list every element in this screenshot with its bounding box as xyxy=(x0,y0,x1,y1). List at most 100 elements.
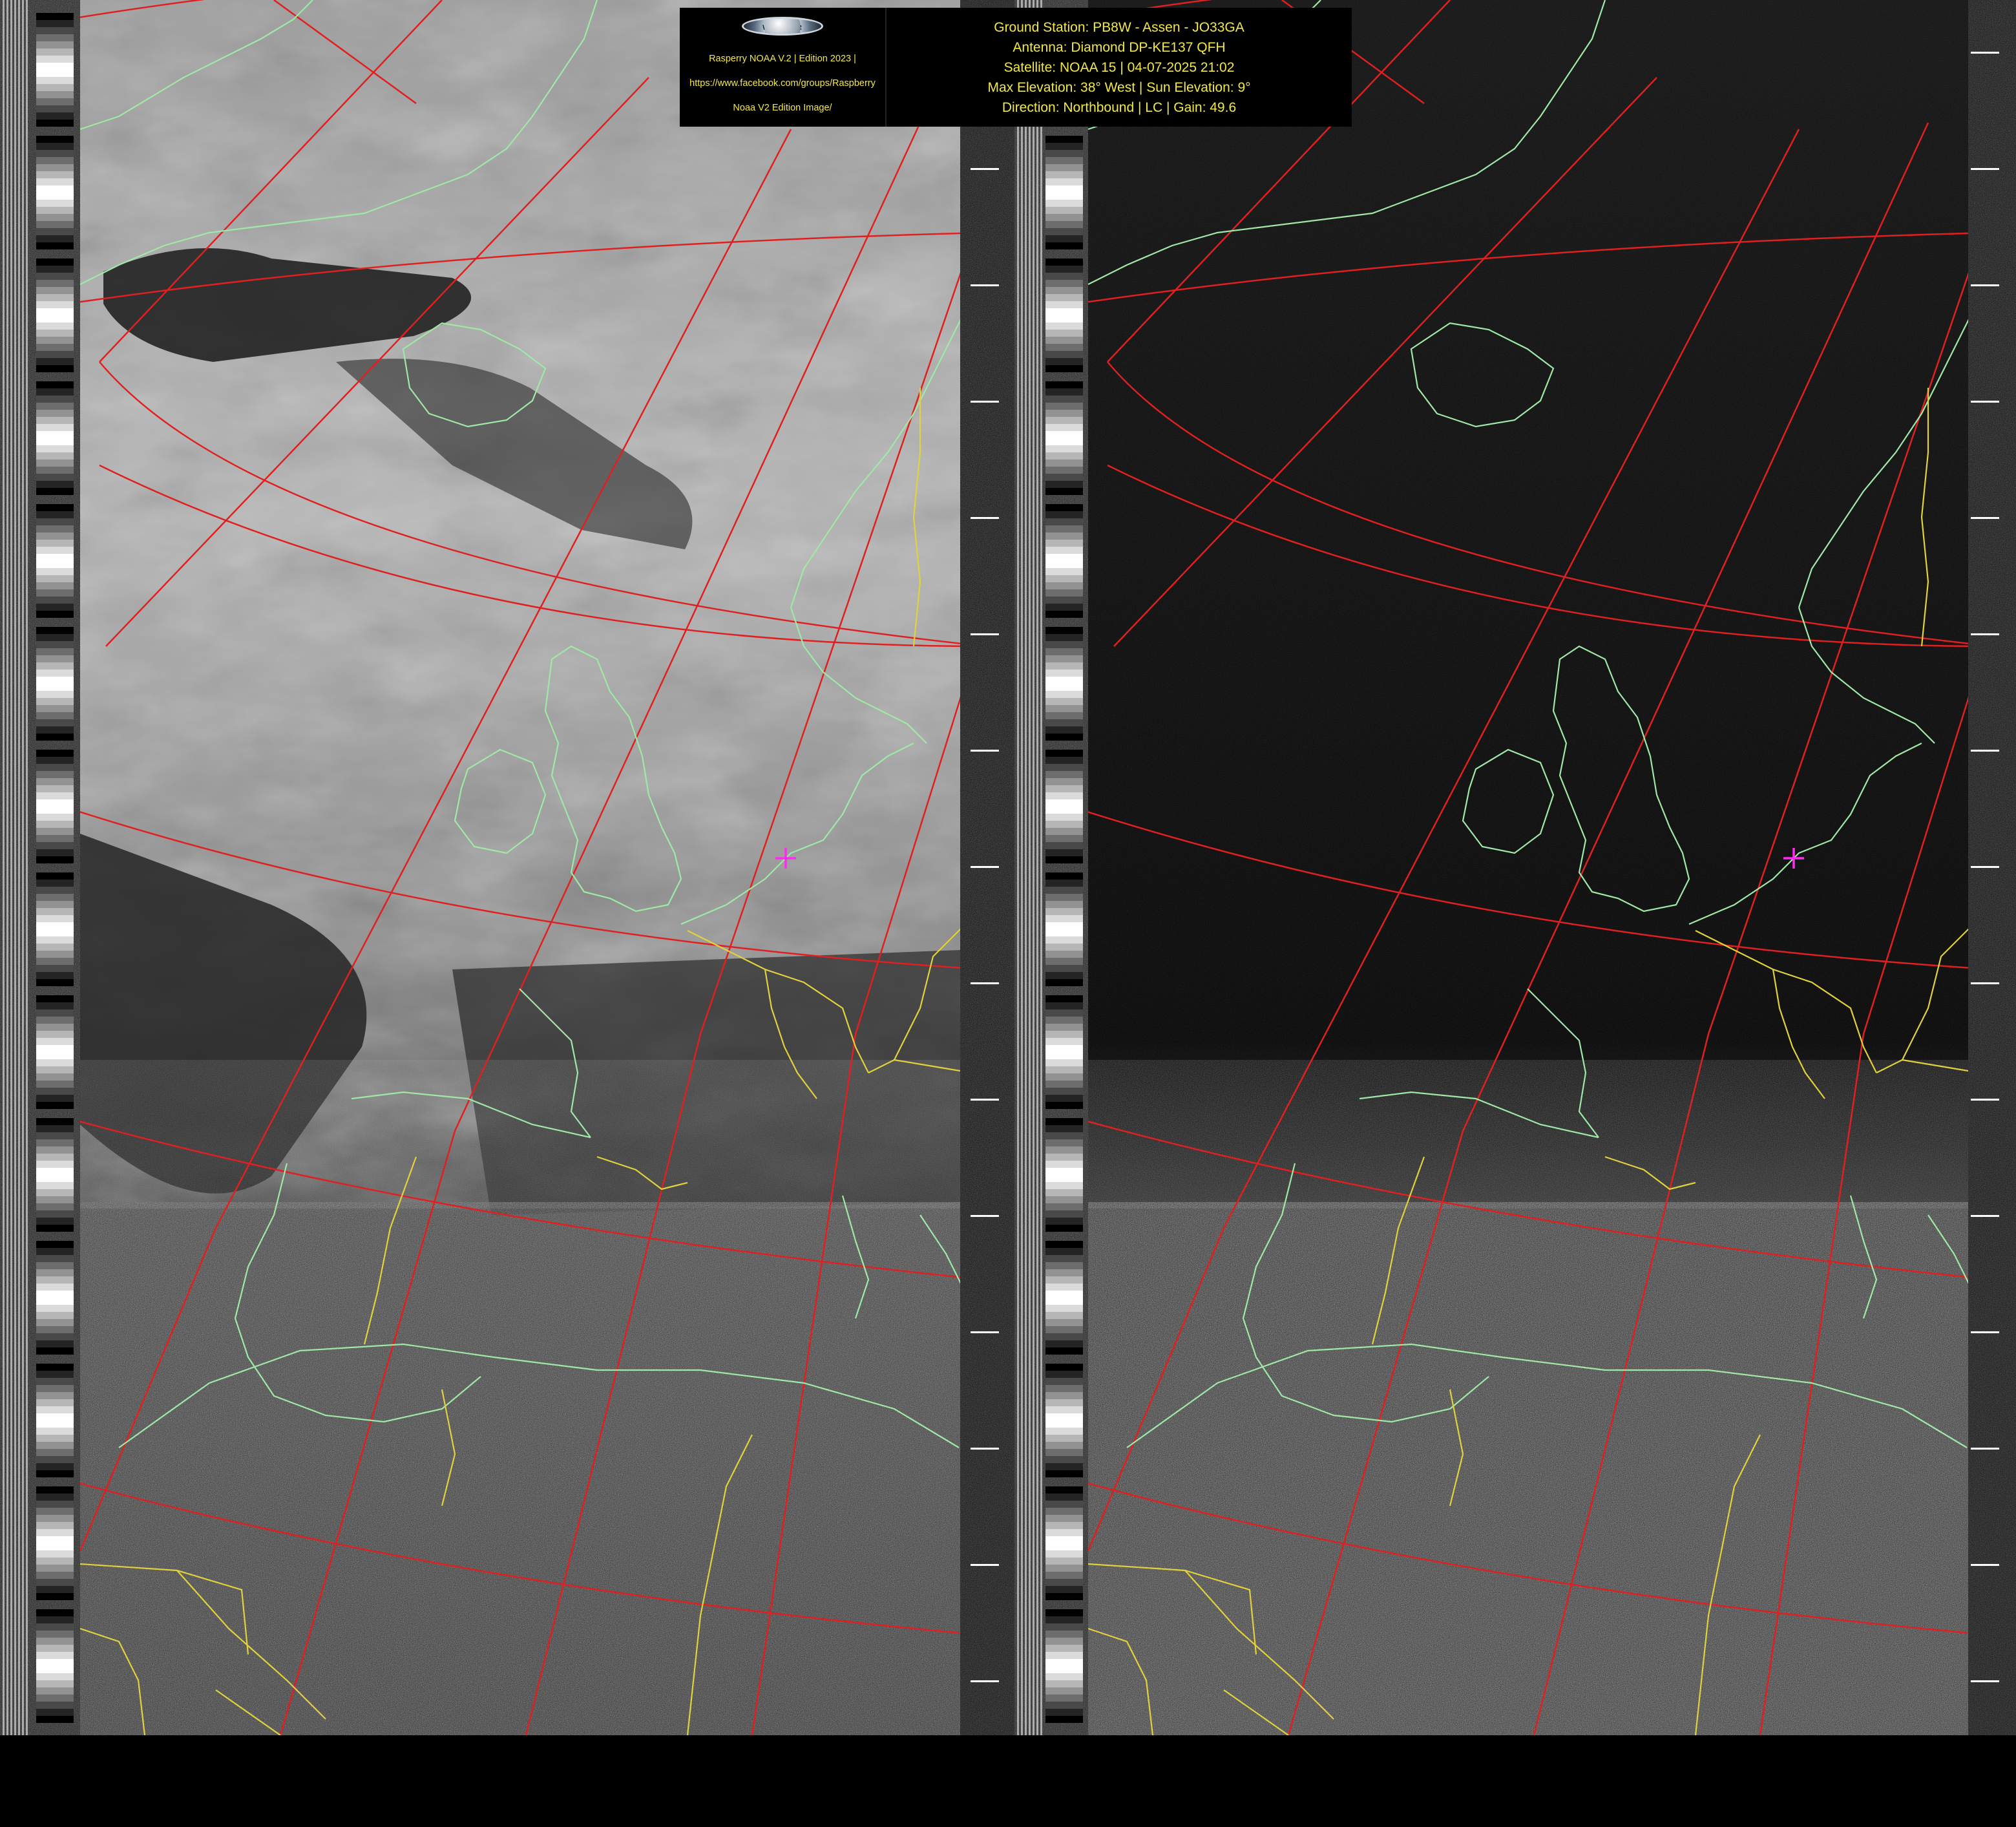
telemetry-wedge-step xyxy=(36,901,74,908)
telemetry-wedge-step xyxy=(1045,1371,1083,1378)
telemetry-wedge-step xyxy=(36,705,74,712)
logo-panel: WEATHER SATELLITES Rasperry NOAA V.2 | E… xyxy=(680,8,885,127)
telemetry-wedge-step xyxy=(1045,1326,1083,1333)
telemetry-wedge-step xyxy=(36,242,74,249)
telemetry-wedge-step xyxy=(36,337,74,344)
telemetry-wedge-step xyxy=(1045,1189,1083,1196)
telemetry-wedge-step xyxy=(1045,1031,1083,1038)
sync-bar xyxy=(1017,0,1019,1735)
telemetry-wedge-step xyxy=(1045,1347,1083,1355)
telemetry-wedge-step xyxy=(36,193,74,200)
minute-tick xyxy=(1971,1331,1999,1333)
telemetry-wedge-step xyxy=(36,785,74,792)
telemetry-wedge-step xyxy=(1045,1501,1083,1508)
telemetry-wedge-step xyxy=(1045,221,1083,228)
telemetry-wedge-step xyxy=(1045,1428,1083,1435)
telemetry-wedge-step xyxy=(36,150,74,157)
telemetry-wedge-step xyxy=(1045,1102,1083,1109)
telemetry-wedge-step xyxy=(36,396,74,403)
telemetry-wedge-step xyxy=(36,1716,74,1723)
telemetry-wedge-step xyxy=(36,1456,74,1463)
telemetry-wedge-step xyxy=(36,1702,74,1709)
telemetry-wedge-step xyxy=(36,1118,74,1125)
telemetry-wedge-step xyxy=(1045,228,1083,235)
telemetry-wedge-step xyxy=(36,1059,74,1066)
telemetry-wedge-step xyxy=(1045,1262,1083,1269)
telemetry-wedge-step xyxy=(36,431,74,438)
telemetry-wedge-step xyxy=(1045,322,1083,330)
telemetry-wedge-step xyxy=(1045,734,1083,741)
logo-caption: Rasperry NOAA V.2 | Edition 2023 | https… xyxy=(689,41,876,127)
telemetry-wedge-step xyxy=(36,157,74,164)
telemetry-wedge-step xyxy=(36,662,74,670)
telemetry-wedge-step xyxy=(36,778,74,785)
telemetry-wedge-step xyxy=(36,568,74,575)
sync-bar xyxy=(3,0,5,1735)
telemetry-wedge-step xyxy=(36,287,74,294)
minute-tick xyxy=(971,750,999,752)
telemetry-wedge-step xyxy=(36,1203,74,1210)
telemetry-wedge-step xyxy=(36,1146,74,1154)
telemetry-wedge-step xyxy=(36,143,74,150)
telemetry-wedge-step xyxy=(1045,561,1083,568)
telemetry-wedge-step xyxy=(1045,835,1083,842)
telemetry-wedge-step xyxy=(1045,627,1083,634)
telemetry-wedge-step xyxy=(36,308,74,315)
telemetry-wedge-step xyxy=(1045,1529,1083,1536)
minute-tick xyxy=(1971,982,1999,984)
telemetry-wedge-step xyxy=(1045,518,1083,525)
telemetry-wedge-step xyxy=(1045,351,1083,358)
telemetry-wedge-step xyxy=(1045,365,1083,372)
telemetry-wedge-step xyxy=(36,1347,74,1355)
telemetry-wedge-step xyxy=(36,1125,74,1132)
telemetry-wedge-step xyxy=(1045,1269,1083,1276)
minute-tick xyxy=(971,168,999,170)
telemetry-wedge-step xyxy=(36,1283,74,1291)
telemetry-wedge-step xyxy=(36,344,74,351)
telemetry-wedge-step xyxy=(36,358,74,365)
telemetry-wedge-step xyxy=(36,922,74,929)
noaa-apt-image xyxy=(0,0,2016,1735)
telemetry-wedge-step xyxy=(36,1536,74,1543)
telemetry-wedge-step xyxy=(36,849,74,856)
telemetry-wedge-step xyxy=(36,1305,74,1312)
sync-bar xyxy=(6,0,8,1735)
telemetry-wedge-step xyxy=(36,575,74,582)
telemetry-wedge-step xyxy=(1045,901,1083,908)
telemetry-wedge-step xyxy=(1045,554,1083,561)
telemetry-wedge-step xyxy=(36,1543,74,1550)
telemetry-wedge-step xyxy=(36,91,74,98)
telemetry-wedge-step xyxy=(36,84,74,91)
telemetry-wedge-step xyxy=(1045,1565,1083,1572)
minute-tick xyxy=(1971,517,1999,519)
telemetry-wedge-step xyxy=(36,641,74,648)
telemetry-wedge-step xyxy=(36,582,74,589)
telemetry-wedge-step xyxy=(1045,641,1083,648)
telemetry-wedge-step xyxy=(36,315,74,322)
telemetry-wedge-step xyxy=(36,105,74,112)
telemetry-wedge-step xyxy=(36,1406,74,1413)
telemetry-wedge-step xyxy=(36,1002,74,1009)
telemetry-wedge-step xyxy=(36,34,74,41)
minute-tick xyxy=(1971,750,1999,752)
telemetry-wedge-step xyxy=(1045,1364,1083,1371)
dish-icon xyxy=(764,19,801,34)
telemetry-wedge-step xyxy=(1045,814,1083,821)
telemetry-wedge-step xyxy=(36,1565,74,1572)
telemetry-wedge-step xyxy=(1045,1283,1083,1291)
telemetry-wedge-step xyxy=(36,301,74,308)
telemetry-wedge-step xyxy=(1045,1340,1083,1347)
telemetry-wedge-step xyxy=(1045,1378,1083,1385)
telemetry-wedge-step xyxy=(36,597,74,604)
sync-bar xyxy=(1040,0,1042,1735)
telemetry-wedge-step xyxy=(1045,533,1083,540)
telemetry-wedge-step xyxy=(1045,1442,1083,1449)
telemetry-wedge-step xyxy=(36,1189,74,1196)
antenna-line: Antenna: Diamond DP-KE137 QFH xyxy=(1013,39,1226,55)
telemetry-wedge-step xyxy=(1045,757,1083,764)
telemetry-wedge-step xyxy=(1045,965,1083,972)
telemetry-wedge-step xyxy=(36,1276,74,1283)
telemetry-wedge-step xyxy=(36,1659,74,1666)
telemetry-wedge-step xyxy=(1045,1666,1083,1673)
telemetry-wedge-step xyxy=(1045,575,1083,582)
